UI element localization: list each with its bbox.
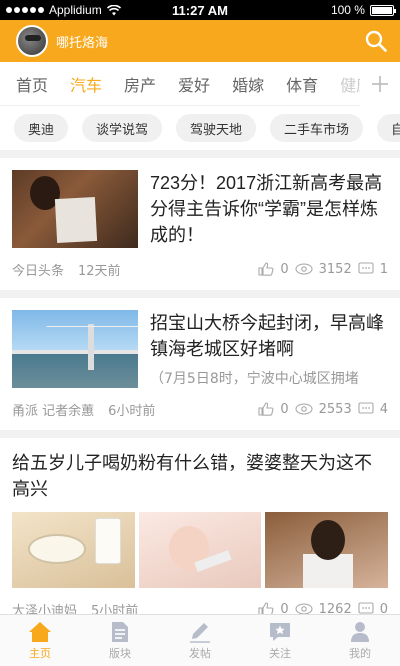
thumbs-up-icon[interactable] (258, 402, 274, 416)
article-time: 12天前 (78, 263, 121, 279)
comment-count: 4 (379, 401, 388, 417)
chip-more[interactable]: 自 (377, 114, 400, 142)
status-left: Applidium (6, 3, 136, 17)
chip-driving-talk[interactable]: 谈学说驾 (82, 114, 163, 142)
article-thumbnail (12, 170, 138, 248)
bottom-nav: 主页 版块 发帖 关注 我的 (0, 614, 400, 666)
comment-icon[interactable] (358, 402, 374, 416)
subcategory-chip-row: 奥迪 谈学说驾 驾驶天地 二手车市场 自 (0, 106, 400, 158)
article-title: 给五岁儿子喝奶粉有什么错，婆婆整天为这不高兴 (12, 453, 372, 499)
nav-home[interactable]: 主页 (0, 615, 80, 666)
nav-label: 我的 (349, 646, 371, 660)
nav-label: 版块 (109, 646, 131, 660)
battery-icon (369, 4, 396, 16)
battery-fill (371, 6, 392, 14)
article-card[interactable]: 招宝山大桥今起封闭，早高峰镇海老城区好堵啊 （7月5日8时，宁波中心城区拥堵 甬… (0, 298, 400, 438)
article-time: 6小时前 (108, 403, 156, 419)
pencil-icon (190, 622, 210, 643)
user-avatar[interactable] (16, 25, 48, 57)
battery-percent: 100 % (330, 3, 365, 17)
status-bar: Applidium 11:27 AM 100 % (0, 0, 400, 20)
article-body: 招宝山大桥今起封闭，早高峰镇海老城区好堵啊 （7月5日8时，宁波中心城区拥堵 (12, 310, 388, 388)
article-card[interactable]: 723分！2017浙江新高考最高分得主告诉你“学霸”是怎样炼成的！ 今日头条 1… (0, 158, 400, 298)
clock-time: 11:27 AM (172, 2, 228, 18)
comment-count: 1 (379, 261, 388, 277)
eye-icon (295, 403, 313, 415)
nav-follow[interactable]: 关注 (240, 615, 320, 666)
article-image (12, 512, 135, 588)
article-snippet: （7月5日8时，宁波中心城区拥堵 (150, 371, 359, 387)
article-card[interactable]: 给五岁儿子喝奶粉有什么错，婆婆整天为这不高兴 大泽小迪妈 5小时前 0 1262… (0, 438, 400, 630)
article-source: 甬派 记者余蕙 (12, 403, 95, 419)
plus-icon (372, 76, 388, 92)
article-thumbnail (12, 310, 138, 388)
person-icon (351, 621, 369, 642)
comment-icon[interactable] (358, 262, 374, 276)
view-count: 3152 (318, 261, 352, 277)
status-right: 100 % (264, 3, 396, 17)
thumbs-up-icon[interactable] (258, 262, 274, 276)
home-icon (29, 621, 51, 642)
article-image (265, 512, 389, 588)
add-tab-button[interactable] (360, 62, 400, 106)
like-count: 0 (280, 401, 289, 417)
document-icon (112, 621, 128, 642)
tab-home[interactable]: 首页 (16, 72, 48, 96)
nav-label: 关注 (269, 646, 291, 660)
nav-label: 主页 (29, 646, 51, 660)
tab-hobbies[interactable]: 爱好 (178, 72, 210, 96)
wifi-icon (106, 4, 121, 15)
article-image (138, 512, 262, 588)
tab-sports[interactable]: 体育 (286, 72, 318, 96)
chip-audi[interactable]: 奥迪 (14, 114, 69, 142)
eye-icon (295, 263, 313, 275)
search-icon[interactable] (364, 29, 388, 53)
tab-wedding[interactable]: 婚嫁 (232, 72, 264, 96)
nav-post[interactable]: 发帖 (160, 615, 240, 666)
nav-profile[interactable]: 我的 (320, 615, 400, 666)
like-count: 0 (280, 261, 289, 277)
header-title: 哪托烙海 (56, 34, 109, 50)
article-title: 招宝山大桥今起封闭，早高峰镇海老城区好堵啊 (150, 313, 384, 359)
article-image-row (12, 512, 389, 588)
signal-strength-icon (6, 7, 44, 13)
nav-label: 发帖 (189, 646, 211, 660)
view-count: 2553 (318, 401, 352, 417)
star-chat-icon (270, 622, 290, 641)
article-title: 723分！2017浙江新高考最高分得主告诉你“学霸”是怎样炼成的！ (150, 173, 383, 245)
category-tab-bar: 首页 汽车 房产 爱好 婚嫁 体育 健康 (0, 62, 400, 106)
article-source: 今日头条 (12, 263, 65, 279)
tab-real-estate[interactable]: 房产 (124, 72, 156, 96)
header-left: 哪托烙海 (16, 25, 108, 57)
article-body: 723分！2017浙江新高考最高分得主告诉你“学霸”是怎样炼成的！ (12, 170, 388, 248)
tab-cars[interactable]: 汽车 (70, 72, 102, 96)
app-header: 哪托烙海 (0, 20, 400, 62)
article-meta: 甬派 记者余蕙 6小时前 0 2553 4 (12, 388, 388, 430)
nav-sections[interactable]: 版块 (80, 615, 160, 666)
article-meta: 今日头条 12天前 0 3152 1 (12, 248, 388, 290)
carrier-name: Applidium (49, 3, 102, 17)
chip-driving-world[interactable]: 驾驶天地 (176, 114, 257, 142)
chip-used-car-market[interactable]: 二手车市场 (270, 114, 364, 142)
